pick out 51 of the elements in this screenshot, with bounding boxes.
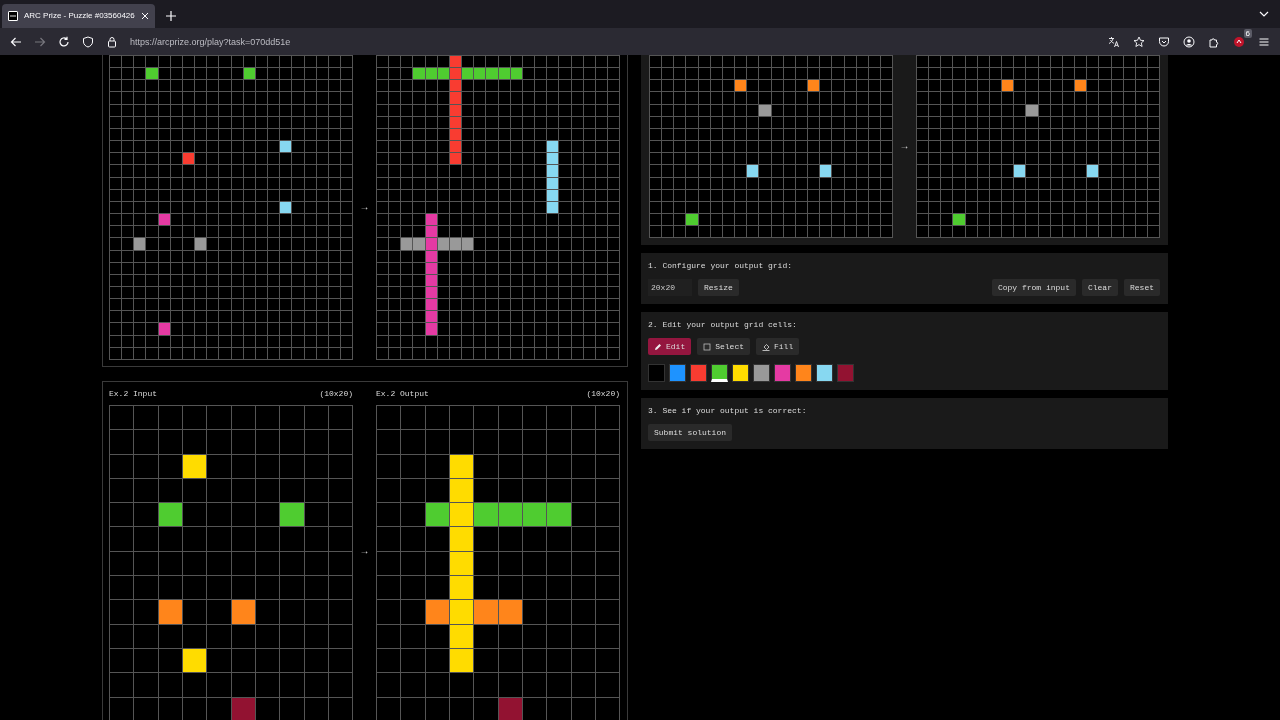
step-title: 1. Configure your output grid: — [648, 261, 794, 271]
puzzle-piece-icon[interactable] — [1208, 35, 1220, 48]
transform-arrow: → — [361, 201, 368, 213]
star-icon[interactable] — [1133, 35, 1145, 48]
paint-bucket-icon — [762, 342, 770, 351]
color-swatch[interactable] — [795, 364, 812, 383]
pocket-icon[interactable] — [1158, 35, 1170, 48]
transform-arrow: → — [901, 141, 908, 153]
address-bar[interactable]: https://arcprize.org/play?task=070dd51e — [130, 36, 291, 47]
plus-icon[interactable] — [164, 10, 177, 22]
action-button[interactable]: Reset — [1124, 279, 1160, 297]
account-icon[interactable] — [1183, 35, 1195, 48]
submit-button[interactable]: Submit solution — [648, 424, 732, 442]
reload-icon[interactable] — [58, 35, 70, 48]
lock-icon[interactable] — [106, 35, 118, 48]
color-swatch[interactable] — [669, 364, 686, 383]
color-swatch[interactable] — [774, 364, 791, 383]
grid-size: (10x20) — [319, 388, 353, 398]
forward-icon[interactable] — [34, 35, 46, 48]
step-title: 2. Edit your output grid cells: — [648, 320, 798, 330]
menu-icon[interactable] — [1258, 35, 1270, 48]
shield-icon[interactable] — [82, 35, 94, 48]
tool-button[interactable]: Edit — [648, 338, 692, 356]
transform-arrow: → — [361, 546, 368, 558]
pencil-icon — [654, 342, 662, 351]
color-swatch[interactable] — [732, 364, 749, 383]
extension-icon[interactable] — [1233, 35, 1245, 48]
resize-button[interactable]: Resize — [698, 279, 739, 297]
color-swatch[interactable] — [816, 364, 833, 383]
color-swatch[interactable] — [690, 364, 707, 383]
grid-size-field[interactable]: 20x20 — [648, 279, 692, 297]
browser-tab[interactable]: ARC Prize - Puzzle #03560426 — [2, 4, 155, 28]
grid-size: (10x20) — [586, 388, 620, 398]
color-swatch[interactable] — [648, 364, 665, 383]
color-swatch[interactable] — [711, 364, 728, 383]
action-button[interactable]: Clear — [1081, 279, 1118, 297]
tool-button[interactable]: Fill — [756, 338, 800, 356]
translate-icon[interactable] — [1108, 35, 1120, 48]
action-button[interactable]: Copy from input — [991, 279, 1076, 297]
tool-button[interactable]: Select — [697, 338, 750, 356]
grid-label: Ex.2 Output — [376, 388, 429, 398]
color-swatch[interactable] — [837, 364, 854, 383]
tab-title: ARC Prize - Puzzle #03560426 — [24, 10, 135, 22]
close-icon[interactable] — [140, 12, 149, 20]
step-title: 3. See if your output is correct: — [648, 406, 808, 416]
square-icon — [703, 342, 712, 351]
extension-badge: 6 — [1243, 28, 1252, 38]
color-swatch[interactable] — [753, 364, 770, 383]
back-icon[interactable] — [10, 35, 22, 48]
grid-label: Ex.2 Input — [109, 388, 157, 398]
site-icon — [8, 11, 18, 21]
